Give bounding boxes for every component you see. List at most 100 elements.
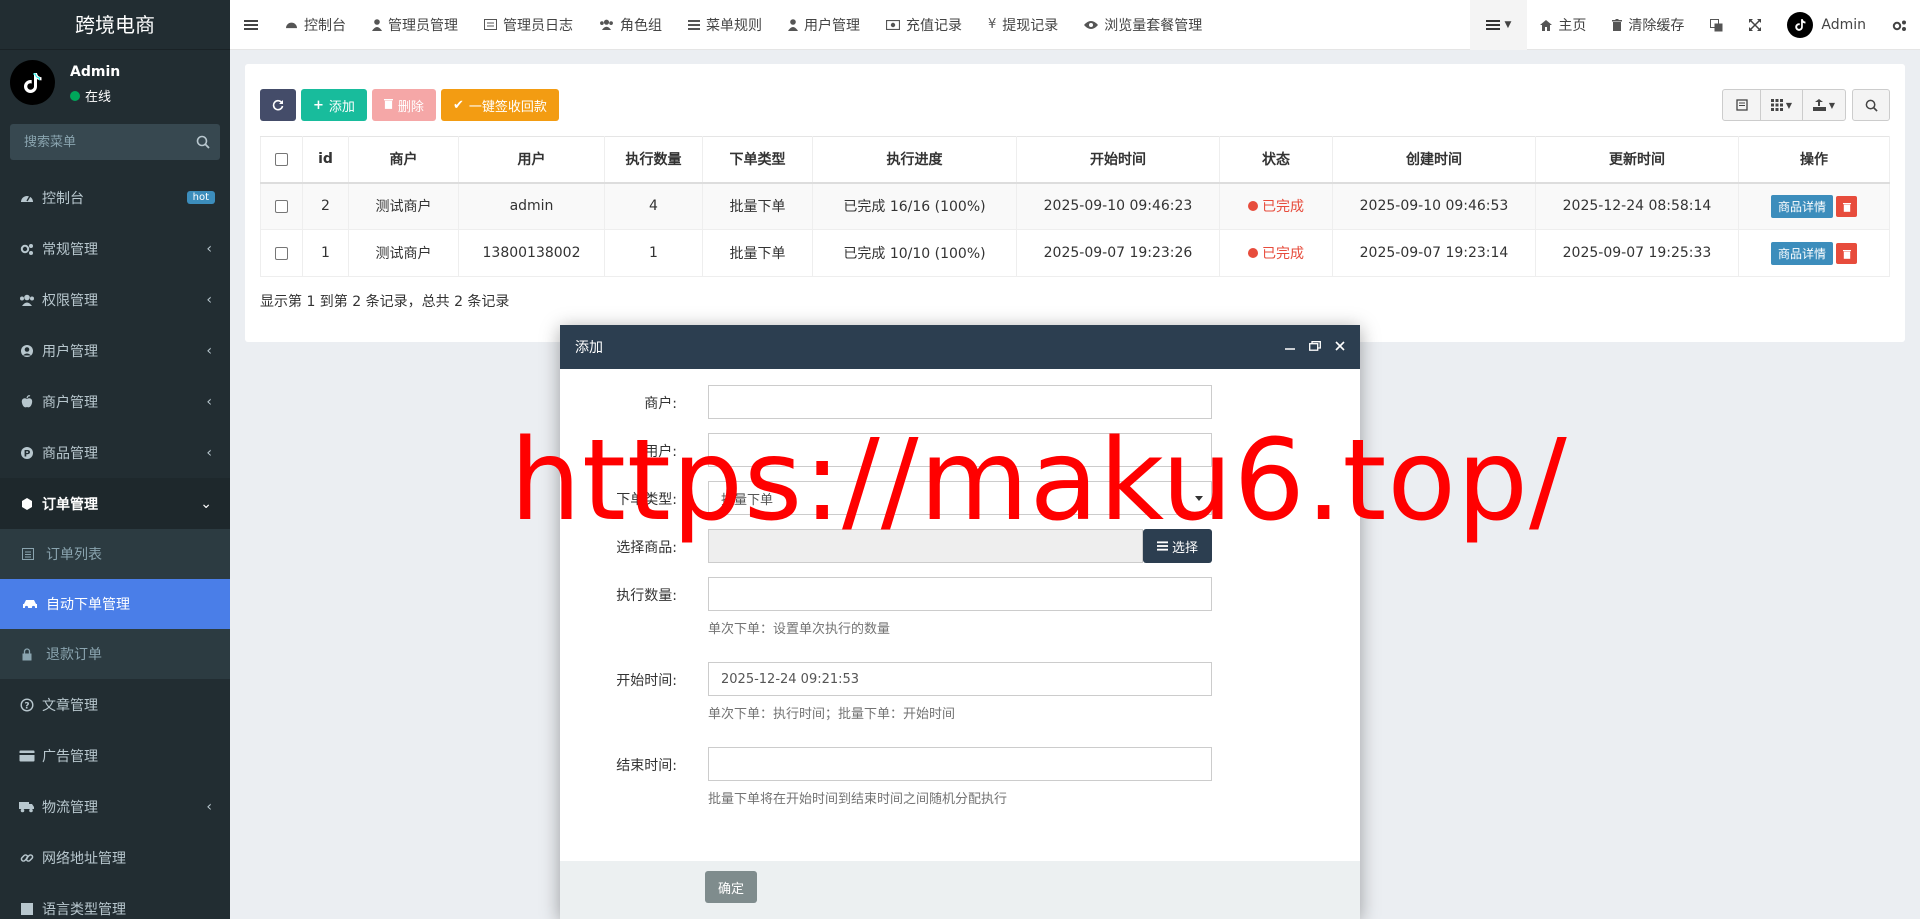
list-alt-icon bbox=[22, 548, 38, 560]
sidebar-item-articles[interactable]: ? 文章管理 bbox=[0, 679, 230, 730]
collect-payment-button[interactable]: ✔ 一键签收回款 bbox=[440, 89, 559, 121]
dialog-controls bbox=[1285, 325, 1345, 369]
product-detail-button[interactable]: 商品详情 bbox=[1770, 241, 1833, 265]
row-checkbox[interactable] bbox=[275, 246, 288, 260]
start-time-input[interactable]: 2025-12-24 09:21:53 bbox=[708, 662, 1212, 696]
col-type[interactable]: 下单类型 bbox=[702, 136, 813, 184]
pagination-info: 显示第 1 到第 2 条记录，总共 2 条记录 bbox=[260, 294, 510, 310]
question-circle-icon: ? bbox=[18, 697, 36, 712]
language-icon bbox=[18, 902, 36, 916]
end-time-input[interactable] bbox=[708, 747, 1212, 781]
table-row: 1 测试商户 13800138002 1 批量下单 已完成 10/10 (100… bbox=[260, 229, 1890, 277]
table-view-tools: ▼ ▼ bbox=[1722, 89, 1846, 121]
row-delete-button[interactable] bbox=[1836, 243, 1857, 264]
confirm-button[interactable]: 确定 bbox=[705, 871, 757, 903]
tab-admin-manage[interactable]: 管理员管理 bbox=[359, 0, 471, 50]
sidebar-item-dashboard[interactable]: 控制台 hot bbox=[0, 172, 230, 223]
tab-admin-log[interactable]: 管理员日志 bbox=[471, 0, 586, 50]
yen-icon: ¥ bbox=[988, 17, 997, 32]
col-progress[interactable]: 执行进度 bbox=[812, 136, 1017, 184]
admin-user-menu[interactable]: Admin bbox=[1774, 0, 1879, 50]
cell-created: 2025-09-10 09:46:53 bbox=[1332, 182, 1536, 230]
menu-search-input[interactable] bbox=[10, 124, 220, 160]
sidebar-item-network[interactable]: 网络地址管理 bbox=[0, 832, 230, 883]
export-dropdown[interactable]: ▼ bbox=[1803, 90, 1845, 120]
sidebar-item-products[interactable]: P 商品管理 ‹ bbox=[0, 427, 230, 478]
row-delete-button[interactable] bbox=[1836, 196, 1857, 218]
sidebar-item-merchants[interactable]: 商户管理 ‹ bbox=[0, 376, 230, 427]
cell-progress: 已完成 10/10 (100%) bbox=[812, 229, 1017, 277]
merchant-input[interactable] bbox=[708, 385, 1212, 419]
tab-menu-rules[interactable]: 菜单规则 bbox=[675, 0, 775, 50]
tab-views-package[interactable]: 浏览量套餐管理 bbox=[1071, 0, 1215, 50]
home-link[interactable]: 主页 bbox=[1527, 0, 1599, 50]
cogs-icon bbox=[18, 242, 36, 256]
caret-down-icon: ▼ bbox=[1785, 100, 1793, 110]
language-switch-icon[interactable] bbox=[1697, 0, 1736, 50]
refresh-button[interactable] bbox=[260, 89, 296, 121]
tab-user-manage[interactable]: 用户管理 bbox=[775, 0, 873, 50]
col-user[interactable]: 用户 bbox=[458, 136, 605, 184]
delete-button[interactable]: 删除 bbox=[371, 89, 436, 121]
col-created[interactable]: 创建时间 bbox=[1332, 136, 1536, 184]
cell-progress: 已完成 16/16 (100%) bbox=[812, 182, 1017, 230]
dashboard-icon bbox=[18, 191, 36, 205]
col-actions: 操作 bbox=[1738, 136, 1890, 184]
cell-actions: 商品详情 bbox=[1738, 229, 1890, 277]
sidebar-item-languages[interactable]: 语言类型管理 bbox=[0, 883, 230, 919]
home-icon bbox=[1540, 19, 1553, 31]
tab-recharge[interactable]: 充值记录 bbox=[873, 0, 975, 50]
col-merchant[interactable]: 商户 bbox=[348, 136, 459, 184]
sidebar-item-ads[interactable]: 广告管理 bbox=[0, 730, 230, 781]
sidebar-toggle-icon[interactable] bbox=[230, 0, 272, 50]
sidebar-item-permission[interactable]: 权限管理 ‹ bbox=[0, 274, 230, 325]
user-icon bbox=[788, 18, 798, 31]
qty-label: 执行数量: bbox=[616, 588, 677, 604]
sidebar-item-orders[interactable]: 订单管理 ⌄ bbox=[0, 478, 230, 529]
sidebar-item-auto-order[interactable]: 自动下单管理 bbox=[0, 579, 230, 629]
cell-qty: 1 bbox=[604, 229, 703, 277]
col-updated[interactable]: 更新时间 bbox=[1535, 136, 1739, 184]
trash-icon bbox=[1842, 202, 1851, 212]
money-icon bbox=[886, 19, 900, 30]
col-start-time[interactable]: 开始时间 bbox=[1016, 136, 1220, 184]
col-status[interactable]: 状态 bbox=[1219, 136, 1333, 184]
tab-dashboard[interactable]: 控制台 bbox=[272, 0, 359, 50]
maximize-icon[interactable] bbox=[1309, 339, 1321, 355]
dialog-header[interactable]: 添加 bbox=[560, 325, 1360, 369]
cell-id: 2 bbox=[302, 182, 349, 230]
row-checkbox[interactable] bbox=[275, 199, 288, 213]
cell-merchant: 测试商户 bbox=[348, 229, 459, 277]
toggle-view-icon[interactable] bbox=[1723, 90, 1761, 120]
table-toolbar: + 添加 删除 ✔ 一键签收回款 bbox=[260, 89, 559, 121]
close-icon[interactable] bbox=[1335, 339, 1345, 355]
app-logo-title[interactable]: 跨境电商 bbox=[0, 0, 230, 50]
add-button[interactable]: + 添加 bbox=[301, 89, 367, 121]
table-search-button[interactable] bbox=[1852, 89, 1890, 121]
tab-role-group[interactable]: 角色组 bbox=[586, 0, 675, 50]
trash-icon bbox=[1842, 249, 1851, 259]
sidebar-item-order-list[interactable]: 订单列表 bbox=[0, 529, 230, 579]
fullscreen-icon[interactable] bbox=[1736, 0, 1774, 50]
nav-menu-dropdown[interactable]: ▼ bbox=[1470, 0, 1528, 50]
cell-status: 已完成 bbox=[1219, 182, 1333, 230]
orders-submenu: 订单列表 自动下单管理 退款订单 bbox=[0, 529, 230, 679]
select-all-checkbox[interactable] bbox=[275, 152, 288, 166]
search-icon[interactable] bbox=[196, 135, 210, 149]
product-detail-button[interactable]: 商品详情 bbox=[1770, 194, 1833, 218]
qty-input[interactable] bbox=[708, 577, 1212, 611]
col-qty[interactable]: 执行数量 bbox=[604, 136, 703, 184]
sidebar-item-general[interactable]: 常规管理 ‹ bbox=[0, 223, 230, 274]
start-time-help-text: 单次下单：执行时间；批量下单：开始时间 bbox=[708, 707, 956, 722]
auto-order-table: id 商户 用户 执行数量 下单类型 执行进度 开始时间 状态 创建时间 更新时… bbox=[260, 136, 1890, 277]
clear-cache-button[interactable]: 清除缓存 bbox=[1599, 0, 1697, 50]
sidebar-item-users[interactable]: 用户管理 ‹ bbox=[0, 325, 230, 376]
settings-gears-icon[interactable] bbox=[1879, 0, 1920, 50]
columns-dropdown[interactable]: ▼ bbox=[1761, 90, 1803, 120]
minimize-icon[interactable] bbox=[1285, 339, 1295, 355]
col-id[interactable]: id bbox=[302, 136, 349, 184]
tab-withdraw[interactable]: ¥ 提现记录 bbox=[975, 0, 1071, 50]
sidebar-item-logistics[interactable]: 物流管理 ‹ bbox=[0, 781, 230, 832]
sidebar-item-refund[interactable]: 退款订单 bbox=[0, 629, 230, 679]
cell-merchant: 测试商户 bbox=[348, 182, 459, 230]
